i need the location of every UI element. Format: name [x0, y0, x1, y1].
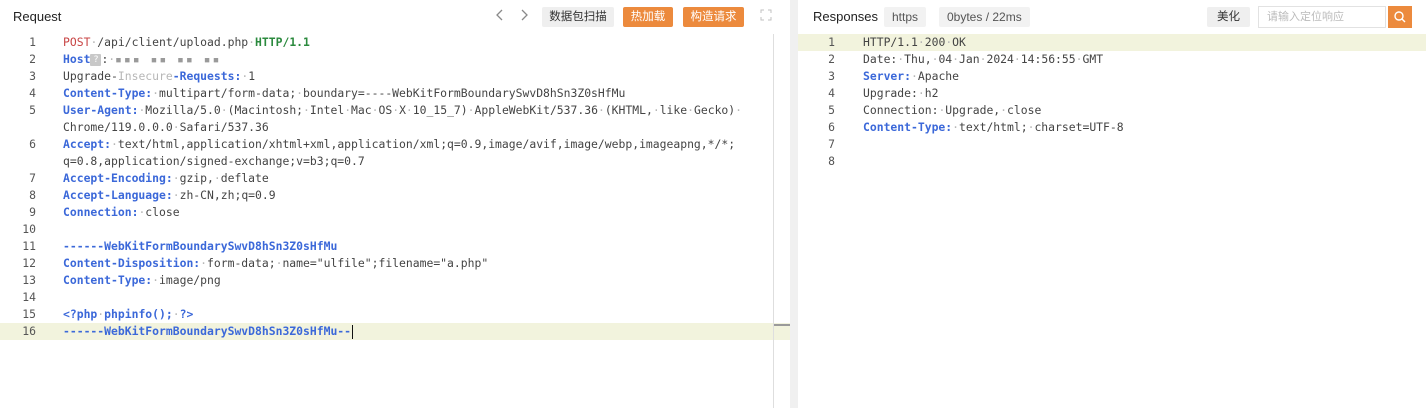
- line-text: Accept:·text/html,application/xhtml+xml,…: [63, 137, 736, 151]
- line-text: User-Agent:·Mozilla/5.0·(Macintosh;·Inte…: [63, 103, 743, 117]
- request-code-line: 1 POST·/api/client/upload.php·HTTP/1.1: [0, 34, 790, 51]
- line-number: 1: [29, 35, 36, 49]
- request-code-line: 15 <?php·phpinfo();·?>: [0, 306, 790, 323]
- line-text: Accept-Language:·zh-CN,zh;q=0.9: [63, 188, 276, 202]
- line-number: 14: [22, 290, 36, 304]
- line-text: Connection:·Upgrade,·close: [863, 103, 1042, 117]
- line-number: 6: [828, 120, 835, 134]
- request-code-line: 9 Connection:·close: [0, 204, 790, 221]
- line-number: 8: [29, 188, 36, 202]
- request-code-line: 11 ------WebKitFormBoundarySwvD8hSn3Z0sHf…: [0, 238, 790, 255]
- line-number: 5: [29, 103, 36, 117]
- back-button[interactable]: [492, 8, 508, 26]
- line-text: Upgrade:·h2: [863, 86, 939, 100]
- line-number: 9: [29, 205, 36, 219]
- build-request-button[interactable]: 构造请求: [683, 7, 744, 27]
- line-number: 13: [22, 273, 36, 287]
- line-number: 4: [29, 86, 36, 100]
- request-header: Request 数据包扫描 热加载 构造请求: [0, 0, 790, 34]
- search-button[interactable]: [1388, 6, 1412, 28]
- line-number: 2: [828, 52, 835, 66]
- line-text: Content-Type:·text/html;·charset=UTF-8: [863, 120, 1124, 134]
- line-text: Date:·Thu,·04·Jan·2024·14:56:55·GMT: [863, 52, 1104, 66]
- line-number: 12: [22, 256, 36, 270]
- protocol-badge: https: [884, 7, 927, 27]
- request-code-line: 4 Content-Type:·multipart/form-data;·boun…: [0, 85, 790, 102]
- line-text: Chrome/119.0.0.0·Safari/537.36: [63, 120, 269, 134]
- request-code-line: 7 Accept-Encoding:·gzip,·deflate: [0, 170, 790, 187]
- line-text: Connection:·close: [63, 205, 180, 219]
- line-number: 4: [828, 86, 835, 100]
- request-code-line: 16 ------WebKitFormBoundarySwvD8hSn3Z0sHf…: [0, 323, 790, 340]
- help-icon[interactable]: ?: [90, 53, 102, 66]
- line-number: 11: [22, 239, 36, 253]
- line-number: 16: [22, 324, 36, 338]
- line-text: HTTP/1.1·200·OK: [863, 35, 966, 49]
- beautify-button[interactable]: 美化: [1207, 7, 1250, 27]
- response-stats: 0bytes / 22ms: [939, 7, 1030, 27]
- line-text: ------WebKitFormBoundarySwvD8hSn3Z0sHfMu…: [63, 324, 354, 339]
- response-panel: Responses https 0bytes / 22ms 美化 请输入定位响应…: [798, 0, 1426, 408]
- line-text: Upgrade-Insecure-Requests:·1: [63, 69, 256, 83]
- line-text: <?php·phpinfo();·?>: [63, 307, 194, 321]
- response-code-line: 8: [798, 153, 1426, 170]
- response-title: Responses: [813, 9, 879, 24]
- response-code-line: 1 HTTP/1.1·200·OK: [798, 34, 1426, 51]
- response-header: Responses https 0bytes / 22ms 美化 请输入定位响应: [798, 0, 1426, 34]
- response-code-line: 6 Content-Type:·text/html;·charset=UTF-8: [798, 119, 1426, 136]
- pane-divider[interactable]: [790, 0, 798, 408]
- packet-scan-button[interactable]: 数据包扫描: [542, 7, 614, 27]
- request-panel: Request 数据包扫描 热加载 构造请求 1 POST·/api/client…: [0, 0, 790, 408]
- line-number: 2: [29, 52, 36, 66]
- locate-search-input[interactable]: 请输入定位响应: [1258, 6, 1386, 28]
- forward-button[interactable]: [516, 8, 532, 26]
- chevron-left-icon: [496, 9, 503, 21]
- chevron-right-icon: [521, 9, 528, 21]
- line-text: q=0.8,application/signed-exchange;v=b3;q…: [63, 154, 365, 168]
- response-code-line: 2 Date:·Thu,·04·Jan·2024·14:56:55·GMT: [798, 51, 1426, 68]
- request-code-line: 12 Content-Disposition:·form-data;·name="…: [0, 255, 790, 272]
- line-number: 7: [828, 137, 835, 151]
- line-number: 15: [22, 307, 36, 321]
- request-code-line: q=0.8,application/signed-exchange;v=b3;q…: [0, 153, 790, 170]
- request-scroll-thumb[interactable]: [774, 324, 790, 326]
- request-title: Request: [13, 9, 62, 24]
- request-scrollbar[interactable]: [773, 34, 774, 408]
- line-number: 3: [828, 69, 835, 83]
- line-number: 1: [828, 35, 835, 49]
- line-number: 6: [29, 137, 36, 151]
- line-number: 3: [29, 69, 36, 83]
- line-number: 5: [828, 103, 835, 117]
- line-text: Host?:·▪▪▪ ▪▪ ▪▪ ▪▪: [63, 52, 222, 66]
- line-text: POST·/api/client/upload.php·HTTP/1.1: [63, 35, 310, 49]
- line-text: Content-Disposition:·form-data;·name="ul…: [63, 256, 489, 270]
- request-code-line: 6 Accept:·text/html,application/xhtml+xml…: [0, 136, 790, 153]
- expand-icon[interactable]: [760, 9, 772, 21]
- request-code-line: 5 User-Agent:·Mozilla/5.0·(Macintosh;·Int…: [0, 102, 790, 119]
- line-text: Server:·Apache: [863, 69, 960, 83]
- response-code-line: 4 Upgrade:·h2: [798, 85, 1426, 102]
- request-code-line: 14: [0, 289, 790, 306]
- search-icon: [1394, 11, 1406, 23]
- hot-load-button[interactable]: 热加载: [623, 7, 673, 27]
- response-code-line: 3 Server:·Apache: [798, 68, 1426, 85]
- line-text: Content-Type:·image/png: [63, 273, 221, 287]
- request-code-line: 2 Host?:·▪▪▪ ▪▪ ▪▪ ▪▪: [0, 51, 790, 68]
- request-code-line: 10: [0, 221, 790, 238]
- line-text: Accept-Encoding:·gzip,·deflate: [63, 171, 269, 185]
- line-number: 10: [22, 222, 36, 236]
- request-code-line: Chrome/119.0.0.0·Safari/537.36: [0, 119, 790, 136]
- response-code-line: 7: [798, 136, 1426, 153]
- text-cursor: [352, 324, 354, 339]
- line-number: 7: [29, 171, 36, 185]
- redacted-host-value: ▪▪▪ ▪▪ ▪▪ ▪▪: [115, 52, 222, 66]
- line-text: Content-Type:·multipart/form-data;·bound…: [63, 86, 626, 100]
- request-code-line: 3 Upgrade-Insecure-Requests:·1: [0, 68, 790, 85]
- line-text: ------WebKitFormBoundarySwvD8hSn3Z0sHfMu: [63, 239, 338, 253]
- response-code-line: 5 Connection:·Upgrade,·close: [798, 102, 1426, 119]
- line-number: 8: [828, 154, 835, 168]
- request-code-line: 8 Accept-Language:·zh-CN,zh;q=0.9: [0, 187, 790, 204]
- request-code-line: 13 Content-Type:·image/png: [0, 272, 790, 289]
